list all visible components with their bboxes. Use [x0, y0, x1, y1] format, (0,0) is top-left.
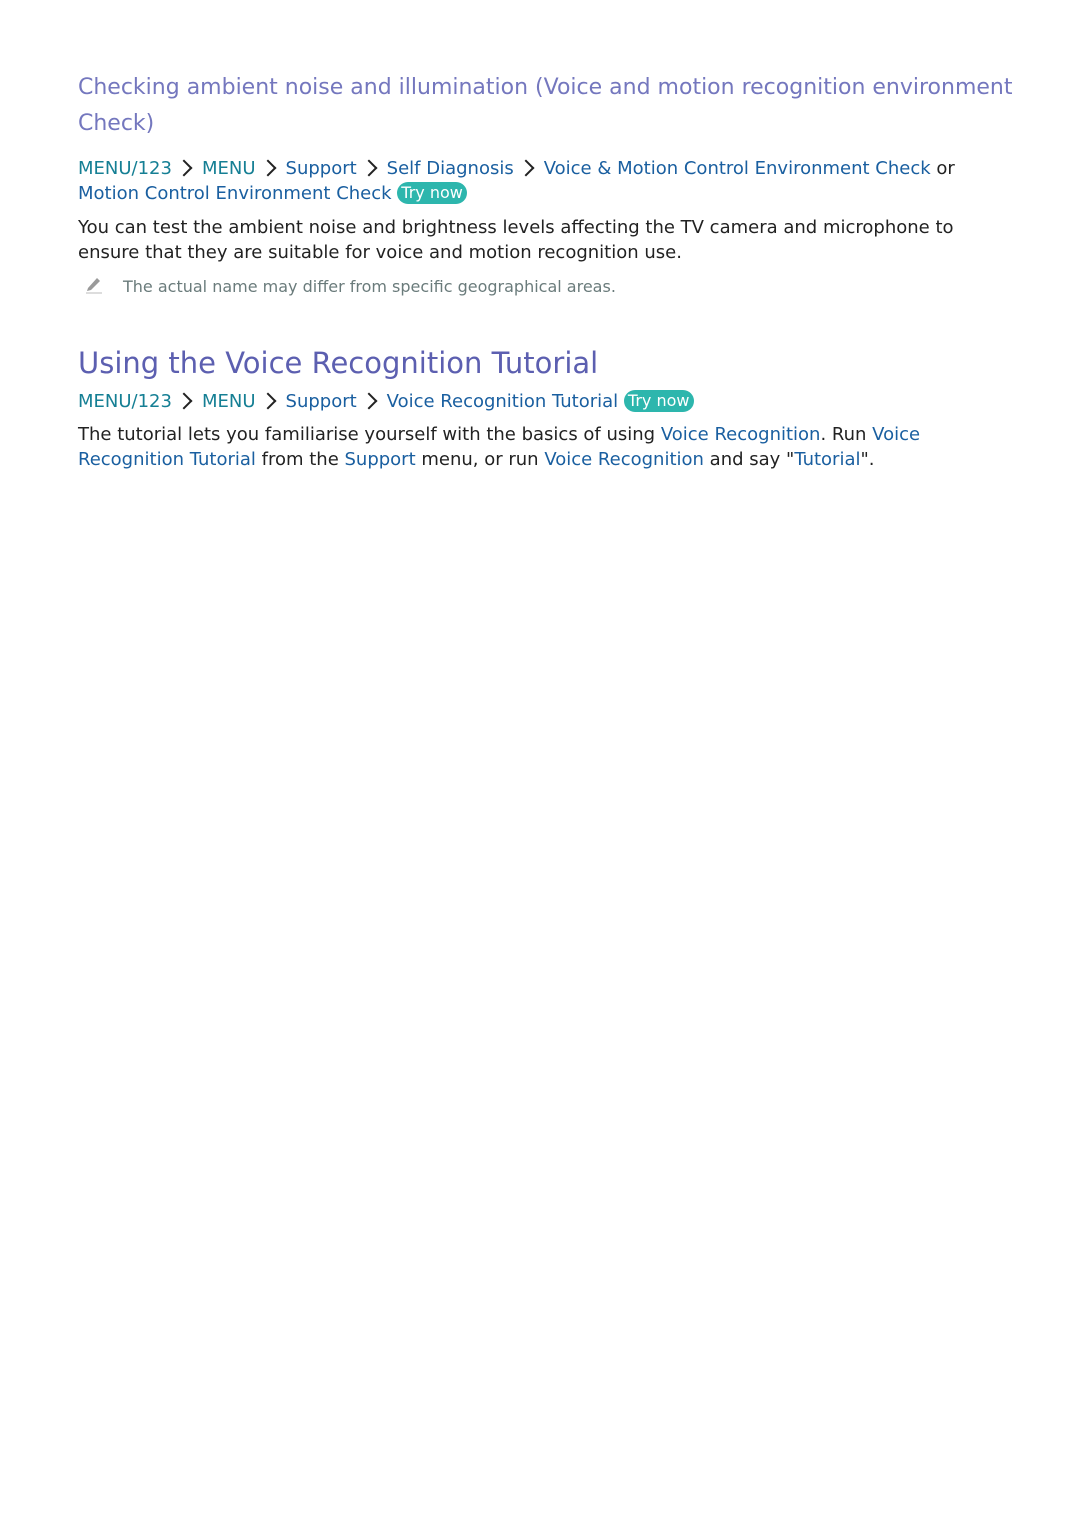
chevron-right-icon [175, 159, 193, 177]
tutorial-description: The tutorial lets you familiarise yourse… [78, 422, 948, 472]
path-item-menu123[interactable]: MENU/123 [78, 158, 172, 179]
link-tutorial: Tutorial [794, 449, 861, 470]
path-item-menu[interactable]: MENU [202, 158, 256, 179]
path-item-menu[interactable]: MENU [202, 391, 256, 412]
text: . Run [820, 424, 873, 445]
try-now-button[interactable]: Try now [397, 182, 467, 204]
text: and say " [703, 449, 795, 470]
text: The tutorial lets you familiarise yourse… [78, 424, 661, 445]
section-subheading: Checking ambient noise and illumination … [78, 75, 1013, 136]
text: menu, or run [415, 449, 545, 470]
chevron-right-icon [360, 392, 378, 410]
text: ". [860, 449, 875, 470]
pencil-note-icon [86, 278, 102, 294]
link-support: Support [344, 449, 416, 470]
chevron-right-icon [175, 392, 193, 410]
chevron-right-icon [259, 392, 277, 410]
try-now-button[interactable]: Try now [623, 390, 694, 412]
chevron-right-icon [360, 159, 378, 177]
menu-path-tutorial: MENU/123 MENU Support Voice Recognition Tut… [78, 389, 1018, 414]
link-voice-recognition: Voice Recognition [544, 449, 704, 470]
chevron-right-icon [259, 159, 277, 177]
path-item-voice-motion-check[interactable]: Voice & Motion Control Environment Check [544, 158, 931, 179]
path-item-self-diagnosis[interactable]: Self Diagnosis [387, 158, 514, 179]
path-item-support[interactable]: Support [286, 391, 357, 412]
menu-path-env-check: MENU/123 MENU Support Self Diagnosis Voice &… [78, 156, 1018, 206]
text: from the [255, 449, 345, 470]
link-voice-recognition: Voice Recognition [660, 424, 821, 445]
or-label: or [936, 158, 955, 179]
env-check-description: You can test the ambient noise and brigh… [78, 217, 954, 263]
path-item-motion-check[interactable]: Motion Control Environment Check [78, 183, 392, 204]
chevron-right-icon [517, 159, 535, 177]
path-item-menu123[interactable]: MENU/123 [78, 391, 172, 412]
note-text: The actual name may differ from specific… [123, 277, 616, 296]
path-item-voice-tutorial[interactable]: Voice Recognition Tutorial [387, 391, 619, 412]
path-item-support[interactable]: Support [286, 158, 357, 179]
section-title: Using the Voice Recognition Tutorial [78, 346, 599, 380]
